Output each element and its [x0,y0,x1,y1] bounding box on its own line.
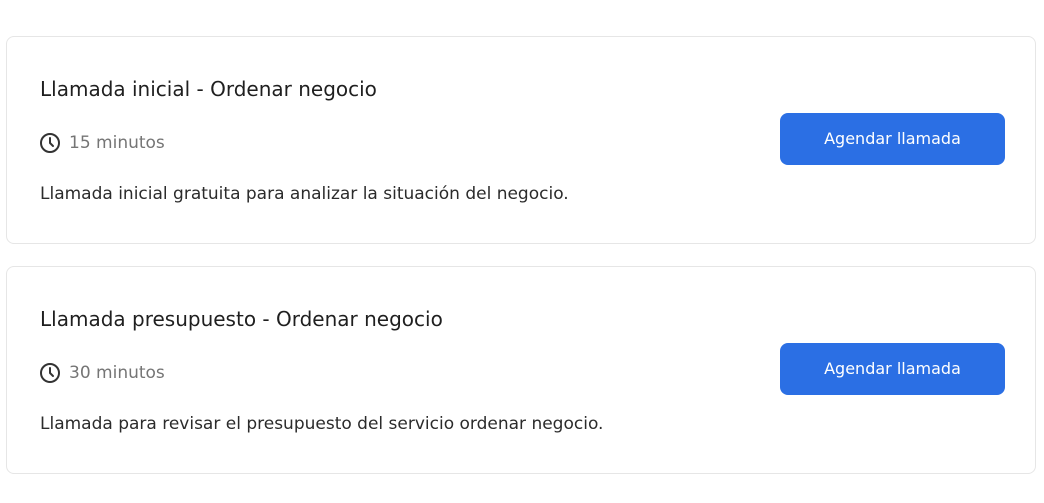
call-title: Llamada inicial - Ordenar negocio [40,77,377,101]
schedule-call-button[interactable]: Agendar llamada [780,113,1005,165]
schedule-call-button[interactable]: Agendar llamada [780,343,1005,395]
duration-label: 15 minutos [69,133,165,153]
call-duration: 15 minutos [39,131,165,155]
call-description: Llamada inicial gratuita para analizar l… [40,184,569,204]
call-type-list: Llamada inicial - Ordenar negocio 15 min… [6,36,1036,474]
call-title: Llamada presupuesto - Ordenar negocio [40,307,443,331]
duration-label: 30 minutos [69,363,165,383]
clock-icon [39,132,61,154]
call-duration: 30 minutos [39,361,165,385]
call-type-card: Llamada presupuesto - Ordenar negocio 30… [6,266,1036,474]
call-type-card: Llamada inicial - Ordenar negocio 15 min… [6,36,1036,244]
clock-icon [39,362,61,384]
call-description: Llamada para revisar el presupuesto del … [40,414,604,434]
